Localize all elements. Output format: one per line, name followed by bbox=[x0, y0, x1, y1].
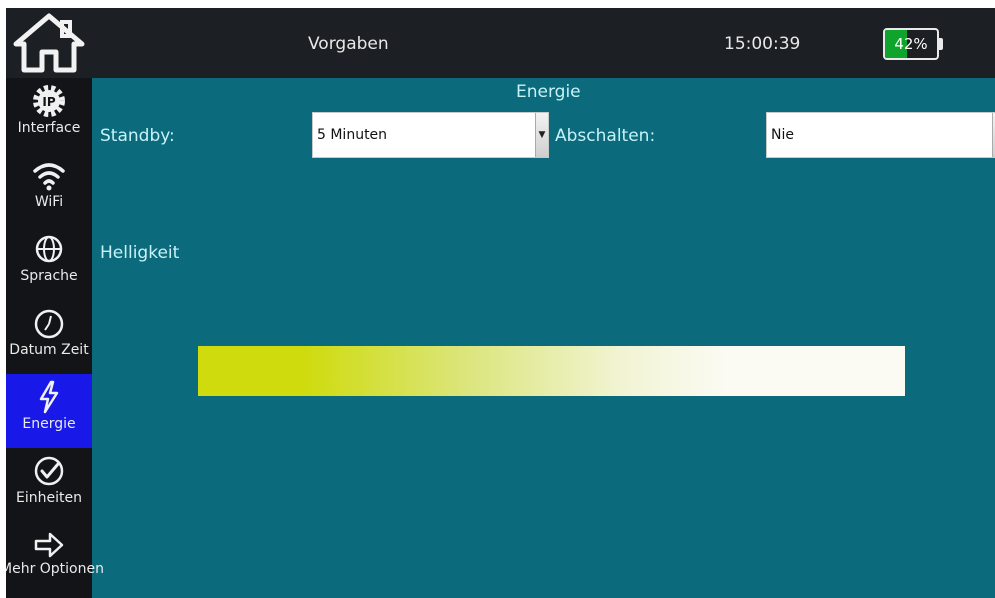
sidebar-item-label: Einheiten bbox=[16, 490, 82, 506]
brightness-fill bbox=[198, 346, 729, 396]
sidebar-item-wifi[interactable]: WiFi bbox=[6, 152, 92, 226]
lightning-icon bbox=[39, 380, 59, 414]
sidebar-item-einheiten[interactable]: Einheiten bbox=[6, 448, 92, 522]
top-bar: Vorgaben 15:00:39 42% bbox=[6, 8, 995, 78]
section-title: Energie bbox=[516, 82, 581, 102]
sidebar-item-label: Datum Zeit bbox=[9, 342, 89, 358]
sidebar-item-mehr-optionen[interactable]: Mehr Optionen bbox=[6, 522, 104, 596]
arrow-right-icon bbox=[34, 532, 64, 558]
globe-icon bbox=[35, 235, 63, 263]
wifi-icon bbox=[33, 163, 65, 191]
sidebar-item-label: Mehr Optionen bbox=[6, 561, 104, 577]
home-icon bbox=[13, 13, 85, 73]
sidebar-item-energie[interactable]: Energie bbox=[6, 374, 92, 448]
sidebar-item-label: Interface bbox=[17, 120, 81, 136]
sidebar-item-datum-zeit[interactable]: Datum Zeit bbox=[6, 300, 92, 374]
battery-tip bbox=[939, 38, 943, 50]
device-screen: Vorgaben 15:00:39 42% IP Interface WiFi bbox=[6, 8, 995, 598]
abschalten-dropdown[interactable]: Nie ▼ bbox=[766, 112, 995, 158]
ip-gear-icon: IP bbox=[33, 85, 65, 117]
clock-icon bbox=[34, 309, 64, 339]
standby-value: 5 Minuten bbox=[317, 127, 388, 143]
battery-indicator: 42% bbox=[883, 28, 939, 60]
check-circle-icon bbox=[34, 456, 64, 486]
standby-label: Standby: bbox=[100, 126, 175, 146]
abschalten-value: Nie bbox=[771, 127, 794, 143]
clock-text: 15:00:39 bbox=[724, 34, 801, 54]
abschalten-label: Abschalten: bbox=[555, 126, 656, 146]
sidebar-item-label: WiFi bbox=[34, 194, 64, 210]
standby-dropdown[interactable]: 5 Minuten ▼ bbox=[312, 112, 549, 158]
dropdown-arrow-icon[interactable]: ▼ bbox=[535, 113, 548, 157]
brightness-slider[interactable] bbox=[198, 346, 905, 396]
battery-percent: 42% bbox=[894, 35, 928, 53]
sidebar-item-interface[interactable]: IP Interface bbox=[6, 78, 92, 152]
sidebar: IP Interface WiFi Sprache Datum Zeit Ene… bbox=[6, 78, 104, 598]
home-button[interactable] bbox=[6, 8, 92, 78]
sidebar-item-label: Energie bbox=[22, 416, 76, 432]
sidebar-item-sprache[interactable]: Sprache bbox=[6, 226, 92, 300]
sidebar-item-label: Sprache bbox=[20, 268, 78, 284]
page-title: Vorgaben bbox=[308, 34, 389, 54]
brightness-label: Helligkeit bbox=[100, 243, 180, 263]
svg-text:IP: IP bbox=[42, 95, 55, 109]
